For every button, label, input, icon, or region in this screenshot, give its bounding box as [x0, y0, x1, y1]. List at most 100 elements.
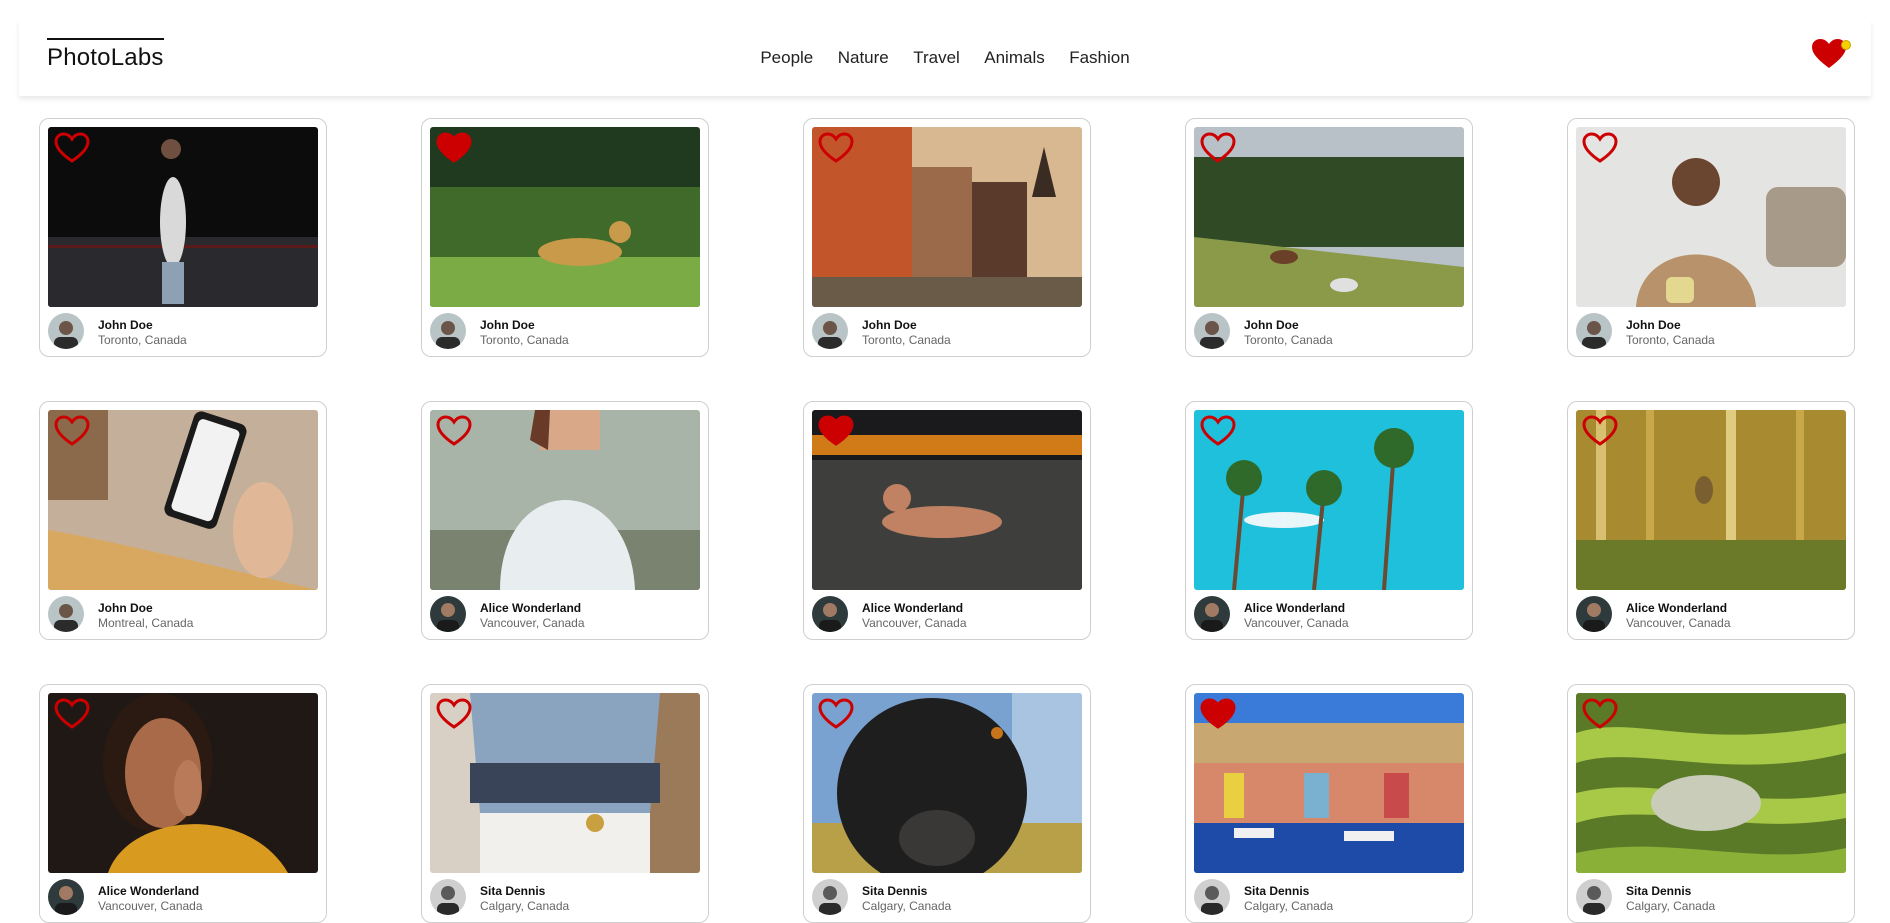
username: Alice Wonderland	[862, 601, 964, 615]
photo-card[interactable]: John Doe Toronto, Canada	[1567, 118, 1855, 357]
like-button[interactable]	[818, 132, 854, 164]
heart-filled-icon	[818, 415, 854, 446]
like-button[interactable]	[54, 132, 90, 164]
avatar	[1194, 313, 1230, 349]
location: Toronto, Canada	[862, 333, 951, 347]
photo-list: John Doe Toronto, Canada John Doe Toront…	[39, 118, 1855, 923]
avatar	[48, 596, 84, 632]
like-button[interactable]	[54, 415, 90, 447]
location: Vancouver, Canada	[862, 616, 967, 630]
topic-animals[interactable]: Animals	[984, 48, 1044, 68]
photo-card[interactable]: Sita Dennis Calgary, Canada	[421, 684, 709, 923]
username: Alice Wonderland	[98, 884, 200, 898]
location: Calgary, Canada	[862, 899, 952, 913]
photo-card[interactable]: John Doe Montreal, Canada	[39, 401, 327, 640]
favourites-badge[interactable]	[1811, 36, 1851, 72]
location: Montreal, Canada	[98, 616, 194, 630]
topic-people[interactable]: People	[760, 48, 813, 68]
avatar	[1194, 879, 1230, 915]
like-button[interactable]	[818, 698, 854, 730]
username: Sita Dennis	[1244, 884, 1310, 898]
username: Alice Wonderland	[1244, 601, 1346, 615]
topic-list: People Nature Travel Animals Fashion	[19, 48, 1871, 68]
location: Toronto, Canada	[1626, 333, 1715, 347]
photo[interactable]	[1194, 410, 1464, 590]
like-button[interactable]	[1582, 415, 1618, 447]
photo[interactable]	[48, 693, 318, 873]
username: John Doe	[862, 318, 917, 332]
photo[interactable]	[1576, 693, 1846, 873]
photo-card[interactable]: Alice Wonderland Vancouver, Canada	[1567, 401, 1855, 640]
photo[interactable]	[1194, 693, 1464, 873]
photo[interactable]	[430, 127, 700, 307]
heart-outline-icon	[54, 415, 90, 446]
heart-outline-icon	[818, 698, 854, 729]
username: John Doe	[98, 318, 153, 332]
like-button[interactable]	[54, 698, 90, 730]
avatar	[430, 879, 466, 915]
heart-outline-icon	[54, 698, 90, 729]
username: John Doe	[480, 318, 535, 332]
location: Calgary, Canada	[1244, 899, 1334, 913]
location: Toronto, Canada	[98, 333, 187, 347]
photo[interactable]	[430, 693, 700, 873]
like-button[interactable]	[1200, 132, 1236, 164]
heart-filled-icon	[1200, 698, 1236, 729]
location: Vancouver, Canada	[1626, 616, 1731, 630]
avatar	[1576, 313, 1612, 349]
photo[interactable]	[812, 127, 1082, 307]
location: Calgary, Canada	[1626, 899, 1716, 913]
username: John Doe	[1244, 318, 1299, 332]
photo-card[interactable]: Sita Dennis Calgary, Canada	[803, 684, 1091, 923]
photo-card[interactable]: Alice Wonderland Vancouver, Canada	[803, 401, 1091, 640]
photo[interactable]	[812, 693, 1082, 873]
username: Alice Wonderland	[1626, 601, 1728, 615]
photo[interactable]	[48, 410, 318, 590]
location: Vancouver, Canada	[1244, 616, 1349, 630]
photo-card[interactable]: Sita Dennis Calgary, Canada	[1185, 684, 1473, 923]
photo[interactable]	[1194, 127, 1464, 307]
like-button[interactable]	[1200, 698, 1236, 730]
like-button[interactable]	[1200, 415, 1236, 447]
photo[interactable]	[1576, 410, 1846, 590]
photo-card[interactable]: Alice Wonderland Vancouver, Canada	[39, 684, 327, 923]
avatar	[1576, 596, 1612, 632]
avatar	[812, 596, 848, 632]
like-button[interactable]	[1582, 132, 1618, 164]
username: Sita Dennis	[1626, 884, 1692, 898]
photo-card[interactable]: Sita Dennis Calgary, Canada	[1567, 684, 1855, 923]
photo-card[interactable]: John Doe Toronto, Canada	[39, 118, 327, 357]
photo-card[interactable]: Alice Wonderland Vancouver, Canada	[421, 401, 709, 640]
heart-outline-icon	[54, 132, 90, 163]
like-button[interactable]	[1582, 698, 1618, 730]
heart-outline-icon	[1200, 132, 1236, 163]
avatar	[1194, 596, 1230, 632]
photo[interactable]	[48, 127, 318, 307]
location: Toronto, Canada	[1244, 333, 1333, 347]
photo[interactable]	[812, 410, 1082, 590]
heart-filled-icon	[436, 132, 472, 163]
photo-card[interactable]: Alice Wonderland Vancouver, Canada	[1185, 401, 1473, 640]
photo-card[interactable]: John Doe Toronto, Canada	[803, 118, 1091, 357]
heart-outline-icon	[1582, 415, 1618, 446]
like-button[interactable]	[436, 132, 472, 164]
photo-card[interactable]: John Doe Toronto, Canada	[1185, 118, 1473, 357]
like-button[interactable]	[436, 698, 472, 730]
topic-fashion[interactable]: Fashion	[1069, 48, 1129, 68]
avatar	[48, 313, 84, 349]
avatar	[430, 596, 466, 632]
username: Sita Dennis	[480, 884, 546, 898]
avatar	[812, 313, 848, 349]
like-button[interactable]	[818, 415, 854, 447]
avatar	[1576, 879, 1612, 915]
topic-travel[interactable]: Travel	[913, 48, 960, 68]
photo[interactable]	[1576, 127, 1846, 307]
photo[interactable]	[430, 410, 700, 590]
photo-card[interactable]: John Doe Toronto, Canada	[421, 118, 709, 357]
avatar	[48, 879, 84, 915]
heart-outline-icon	[818, 132, 854, 163]
heart-outline-icon	[436, 698, 472, 729]
heart-outline-icon	[436, 415, 472, 446]
topic-nature[interactable]: Nature	[838, 48, 889, 68]
like-button[interactable]	[436, 415, 472, 447]
